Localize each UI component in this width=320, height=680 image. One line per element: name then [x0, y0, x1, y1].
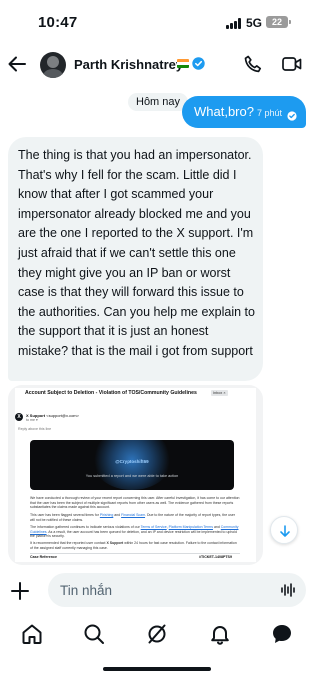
email-paragraph: The information gathered continues to in… — [30, 525, 239, 539]
conversation-header: Parth Krishnatrey — [0, 46, 314, 84]
status-bar: 10:47 5G 22 — [0, 0, 314, 44]
received-message-bubble[interactable]: The thing is that you had an impersonato… — [8, 137, 263, 381]
email-link: Phishing — [99, 513, 114, 517]
sent-message-bubble[interactable]: What,bro? 7 phút — [182, 96, 306, 128]
battery-level: 22 — [271, 17, 282, 27]
email-banner: @Cryptoshift69 You submitted a report an… — [30, 440, 234, 490]
add-attachment-icon[interactable] — [10, 581, 30, 601]
banner-caption: You submitted a report and we were able … — [85, 474, 179, 478]
email-reply-hint: Reply above this line — [18, 427, 52, 431]
email-recipient: to me ▾ — [26, 418, 38, 422]
network-type: 5G — [246, 16, 263, 30]
email-link: Platform Manipulation Terms — [168, 525, 213, 529]
back-arrow-icon[interactable] — [6, 53, 28, 75]
status-time: 10:47 — [38, 14, 78, 31]
battery-tip — [289, 20, 291, 24]
signal-icon — [226, 18, 242, 29]
notifications-icon[interactable] — [208, 622, 232, 646]
arrow-down-icon — [280, 525, 290, 537]
received-message-text: The thing is that you had an impersonato… — [18, 148, 255, 358]
x-logo-icon: X — [15, 413, 23, 421]
case-reference-label: Case Reference — [30, 555, 57, 559]
grok-icon[interactable] — [145, 622, 169, 646]
video-call-icon[interactable] — [282, 55, 302, 73]
verified-badge-icon — [192, 57, 205, 70]
reported-handle: @Cryptoshift69 — [115, 459, 149, 464]
email-paragraph: We have conducted a thorough review of y… — [30, 496, 240, 510]
messages-icon[interactable] — [270, 622, 294, 646]
contact-name[interactable]: Parth Krishnatrey — [74, 57, 183, 72]
message-input[interactable] — [60, 581, 260, 599]
message-composer — [0, 573, 314, 609]
sent-message-text: What,bro? — [194, 104, 254, 119]
email-link: Terms of Service — [140, 525, 167, 529]
email-paragraph: This user has been flagged several times… — [30, 513, 235, 522]
home-indicator — [103, 667, 211, 671]
sent-message-time: 7 phút — [257, 108, 283, 118]
avatar[interactable] — [40, 52, 66, 78]
battery-icon: 22 — [266, 16, 288, 28]
bottom-navigation — [0, 620, 314, 648]
attached-email-image[interactable]: Account Subject to Deletion - Violation … — [8, 385, 263, 565]
search-icon[interactable] — [82, 622, 106, 646]
message-input-wrapper — [48, 573, 306, 607]
email-screenshot: Account Subject to Deletion - Violation … — [15, 388, 256, 562]
read-check-icon — [287, 108, 297, 121]
email-divider — [30, 553, 240, 554]
email-paragraph: It is recommended that the reported user… — [30, 541, 237, 550]
india-flag-icon — [177, 59, 189, 68]
ticket-number: #TICKET-1408PTS9 — [199, 555, 232, 559]
email-subject: Account Subject to Deletion - Violation … — [25, 390, 197, 396]
voice-message-icon[interactable] — [280, 582, 296, 598]
home-icon[interactable] — [20, 622, 44, 646]
phone-call-icon[interactable] — [243, 54, 263, 74]
scroll-to-bottom-button[interactable] — [270, 516, 298, 544]
day-separator: Hôm nay — [128, 93, 189, 111]
inbox-badge: Inbox × — [211, 390, 228, 396]
email-sender-address: <support@x.com> — [46, 413, 79, 418]
email-link: Financial Scam — [121, 513, 146, 517]
